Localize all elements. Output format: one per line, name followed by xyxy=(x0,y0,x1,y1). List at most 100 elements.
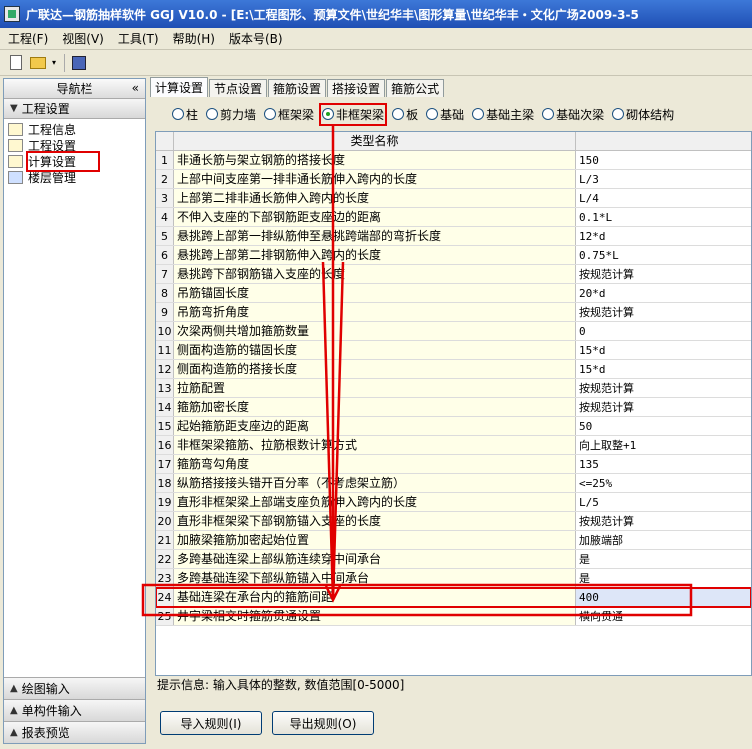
column-header-type-name: 类型名称 xyxy=(174,132,576,150)
dropdown-arrow-icon[interactable]: ▾ xyxy=(50,53,58,73)
table-row[interactable]: 5 悬挑跨上部第一排纵筋伸至悬挑跨端部的弯折长度 12*d xyxy=(156,227,751,246)
menu-project[interactable]: 工程(F) xyxy=(8,30,48,47)
menu-bar: 工程(F) 视图(V) 工具(T) 帮助(H) 版本号(B) xyxy=(0,28,752,50)
row-value-cell[interactable]: 按规范计算 xyxy=(576,512,751,530)
row-value-cell[interactable]: 0.75*L xyxy=(576,246,751,264)
row-name: 起始箍筋距支座边的距离 xyxy=(174,417,576,435)
open-folder-icon[interactable] xyxy=(28,53,48,73)
menu-tools[interactable]: 工具(T) xyxy=(118,30,159,47)
table-row[interactable]: 19 直形非框架梁上部端支座负筋伸入跨内的长度 L/5 xyxy=(156,493,751,512)
nav-item-floor-manage[interactable]: 楼层管理 xyxy=(4,169,145,185)
tab-stirrup-formula[interactable]: 箍筋公式 xyxy=(386,79,445,97)
row-value-cell[interactable]: 135 xyxy=(576,455,751,473)
row-value-cell[interactable]: 向上取整+1 xyxy=(576,436,751,454)
row-value-cell[interactable]: 是 xyxy=(576,550,751,568)
row-value-cell[interactable]: 是 xyxy=(576,569,751,587)
table-row[interactable]: 7 悬挑跨下部钢筋锚入支座的长度 按规范计算 xyxy=(156,265,751,284)
row-value-cell[interactable]: 50 xyxy=(576,417,751,435)
row-number: 22 xyxy=(156,550,174,568)
nav-item-project-settings[interactable]: 工程设置 xyxy=(4,137,145,153)
row-value-cell[interactable]: 0.1*L xyxy=(576,208,751,226)
row-number: 6 xyxy=(156,246,174,264)
radio-slab[interactable]: 板 xyxy=(392,106,418,123)
nav-section-single-member-input[interactable]: ▲ 单构件输入 xyxy=(4,699,145,721)
radio-foundation[interactable]: 基础 xyxy=(426,106,464,123)
radio-foundation-main-beam[interactable]: 基础主梁 xyxy=(472,106,534,123)
row-value-cell[interactable]: 20*d xyxy=(576,284,751,302)
table-row[interactable]: 4 不伸入支座的下部钢筋距支座边的距离 0.1*L xyxy=(156,208,751,227)
menu-view[interactable]: 视图(V) xyxy=(62,30,104,47)
table-row[interactable]: 17 箍筋弯勾角度 135 xyxy=(156,455,751,474)
radio-non-frame-beam[interactable]: 非框架梁 xyxy=(319,102,388,126)
nav-section-project-settings[interactable]: ▼ 工程设置 xyxy=(4,99,145,119)
tab-calc-settings[interactable]: 计算设置 xyxy=(150,77,209,97)
radio-column[interactable]: 柱 xyxy=(172,106,198,123)
tab-stirrup-settings[interactable]: 箍筋设置 xyxy=(268,79,327,97)
tab-lap-settings[interactable]: 搭接设置 xyxy=(327,79,386,97)
row-value-cell[interactable]: L/5 xyxy=(576,493,751,511)
row-value-cell[interactable]: 横向贯通 xyxy=(576,607,751,625)
table-row[interactable]: 10 次梁两侧共增加箍筋数量 0 xyxy=(156,322,751,341)
table-row[interactable]: 9 吊筋弯折角度 按规范计算 xyxy=(156,303,751,322)
row-value-cell[interactable]: 按规范计算 xyxy=(576,265,751,283)
app-icon xyxy=(4,6,20,22)
row-value-cell[interactable]: 150 xyxy=(576,151,751,169)
settings-panel: 计算设置 节点设置 箍筋设置 搭接设置 箍筋公式 柱 剪力墙 框架梁 非框架梁 … xyxy=(150,77,752,744)
table-row[interactable]: 1 非通长筋与架立钢筋的搭接长度 150 xyxy=(156,151,751,170)
row-value-cell[interactable]: 按规范计算 xyxy=(576,398,751,416)
row-value-cell[interactable]: 15*d xyxy=(576,360,751,378)
row-value-cell[interactable]: 0 xyxy=(576,322,751,340)
table-row[interactable]: 23 多跨基础连梁下部纵筋锚入中间承台是 xyxy=(156,569,751,588)
table-row[interactable]: 6 悬挑跨上部第二排钢筋伸入跨内的长度 0.75*L xyxy=(156,246,751,265)
table-row[interactable]: 18 纵筋搭接接头错开百分率（不考虑架立筋） <=25% xyxy=(156,474,751,493)
menu-help[interactable]: 帮助(H) xyxy=(173,30,215,47)
row-number: 25 xyxy=(156,607,174,625)
row-value-cell[interactable]: 按规范计算 xyxy=(576,303,751,321)
table-row[interactable]: 2 上部中间支座第一排非通长筋伸入跨内的长度 L/3 xyxy=(156,170,751,189)
nav-section-drawing-input[interactable]: ▲ 绘图输入 xyxy=(4,677,145,699)
row-value-cell[interactable]: 15*d xyxy=(576,341,751,359)
save-icon[interactable] xyxy=(69,53,89,73)
expand-arrow-icon: ▼ xyxy=(10,103,18,114)
nav-section-report-preview[interactable]: ▲ 报表预览 xyxy=(4,721,145,743)
table-row[interactable]: 14 箍筋加密长度 按规范计算 xyxy=(156,398,751,417)
row-name: 拉筋配置 xyxy=(174,379,576,397)
tab-node-settings[interactable]: 节点设置 xyxy=(209,79,268,97)
row-value-cell[interactable]: L/4 xyxy=(576,189,751,207)
collapse-icon[interactable]: « xyxy=(132,81,139,95)
import-rules-button[interactable]: 导入规则(I) xyxy=(160,711,262,735)
table-row[interactable]: 22 多跨基础连梁上部纵筋连续穿中间承台是 xyxy=(156,550,751,569)
table-row[interactable]: 20 直形非框架梁下部钢筋锚入支座的长度 按规范计算 xyxy=(156,512,751,531)
table-row[interactable]: 11 侧面构造筋的锚固长度 15*d xyxy=(156,341,751,360)
radio-masonry[interactable]: 砌体结构 xyxy=(612,106,674,123)
table-row[interactable]: 3 上部第二排非通长筋伸入跨内的长度 L/4 xyxy=(156,189,751,208)
nav-title: 导航栏 xyxy=(56,82,93,96)
nav-section-label: 报表预览 xyxy=(21,726,70,740)
row-value-cell[interactable]: <=25% xyxy=(576,474,751,492)
row-value-cell[interactable]: 12*d xyxy=(576,227,751,245)
row-value-cell[interactable]: 按规范计算 xyxy=(576,379,751,397)
new-document-icon[interactable] xyxy=(6,53,26,73)
export-rules-button[interactable]: 导出规则(O) xyxy=(272,711,374,735)
row-number: 21 xyxy=(156,531,174,549)
table-row[interactable]: 15 起始箍筋距支座边的距离 50 xyxy=(156,417,751,436)
nav-item-project-info[interactable]: 工程信息 xyxy=(4,121,145,137)
row-value-cell[interactable]: 400 xyxy=(576,588,751,606)
table-row[interactable]: 25 井字梁相交时箍筋贯通设置 横向贯通 xyxy=(156,607,751,626)
row-name: 基础连梁在承台内的箍筋间距 xyxy=(174,588,576,606)
radio-foundation-secondary-beam[interactable]: 基础次梁 xyxy=(542,106,604,123)
table-row[interactable]: 13 拉筋配置 按规范计算 xyxy=(156,379,751,398)
row-name: 多跨基础连梁上部纵筋连续穿中间承台 xyxy=(174,550,576,568)
radio-shear-wall[interactable]: 剪力墙 xyxy=(206,106,256,123)
row-name: 上部第二排非通长筋伸入跨内的长度 xyxy=(174,189,576,207)
radio-frame-beam[interactable]: 框架梁 xyxy=(264,106,314,123)
table-row[interactable]: 16 非框架梁箍筋、拉筋根数计算方式 向上取整+1 xyxy=(156,436,751,455)
row-value-cell[interactable]: 加腋端部 xyxy=(576,531,751,549)
menu-version[interactable]: 版本号(B) xyxy=(229,30,283,47)
table-row[interactable]: 8 吊筋锚固长度 20*d xyxy=(156,284,751,303)
row-value-cell[interactable]: L/3 xyxy=(576,170,751,188)
table-row[interactable]: 12 侧面构造筋的搭接长度 15*d xyxy=(156,360,751,379)
table-row[interactable]: 21 加腋梁箍筋加密起始位置 加腋端部 xyxy=(156,531,751,550)
nav-item-calc-settings[interactable]: 计算设置 xyxy=(4,150,145,172)
table-row[interactable]: 24 基础连梁在承台内的箍筋间距 400 xyxy=(156,587,751,608)
